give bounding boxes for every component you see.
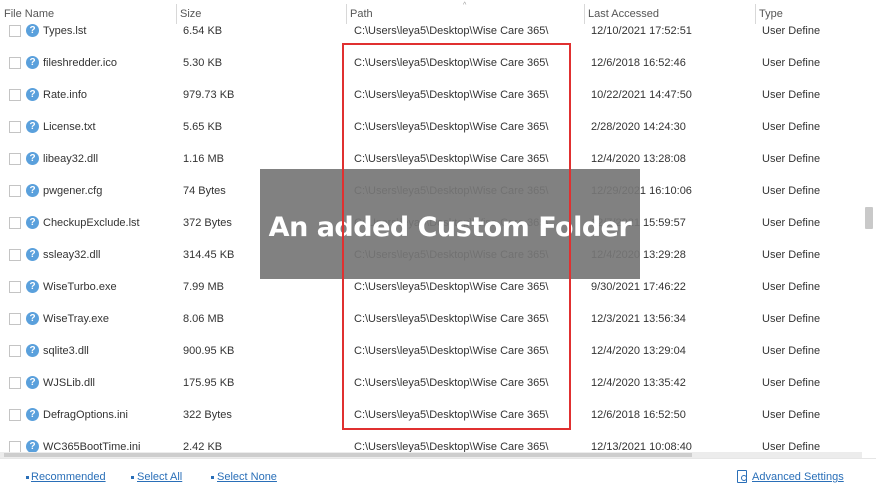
type-cell: User Define bbox=[762, 249, 821, 261]
question-mark-icon: ? bbox=[26, 120, 39, 133]
vertical-scrollbar-thumb[interactable] bbox=[865, 207, 873, 229]
file-name-cell: License.txt bbox=[43, 121, 96, 133]
size-cell: 322 Bytes bbox=[183, 409, 232, 421]
sort-ascending-icon: ^ bbox=[463, 2, 467, 9]
row-checkbox[interactable] bbox=[9, 281, 21, 293]
question-mark-icon: ? bbox=[26, 248, 39, 261]
type-cell: User Define bbox=[762, 313, 821, 325]
recommended-link[interactable]: Recommended bbox=[31, 471, 106, 483]
size-cell: 175.95 KB bbox=[183, 377, 235, 389]
type-cell: User Define bbox=[762, 345, 821, 357]
question-mark-icon: ? bbox=[26, 408, 39, 421]
file-name-cell: Rate.info bbox=[43, 89, 88, 101]
file-name-cell: pwgener.cfg bbox=[43, 185, 103, 197]
type-cell: User Define bbox=[762, 89, 821, 101]
vertical-scrollbar[interactable] bbox=[862, 0, 876, 458]
last-accessed-cell: 12/6/2018 16:52:50 bbox=[591, 409, 686, 421]
type-cell: User Define bbox=[762, 409, 821, 421]
row-checkbox[interactable] bbox=[9, 313, 21, 325]
advanced-settings-icon[interactable] bbox=[737, 470, 747, 483]
type-cell: User Define bbox=[762, 217, 821, 229]
column-header-type[interactable]: Type bbox=[755, 0, 862, 24]
row-checkbox[interactable] bbox=[9, 57, 21, 69]
question-mark-icon: ? bbox=[26, 312, 39, 325]
size-cell: 8.06 MB bbox=[183, 313, 224, 325]
last-accessed-cell: 2/28/2020 14:24:30 bbox=[591, 121, 686, 133]
question-mark-icon: ? bbox=[26, 24, 39, 37]
size-cell: 314.45 KB bbox=[183, 249, 235, 261]
row-checkbox[interactable] bbox=[9, 89, 21, 101]
file-name-cell: WiseTurbo.exe bbox=[43, 281, 117, 293]
row-checkbox[interactable] bbox=[9, 249, 21, 261]
bullet-icon bbox=[211, 476, 214, 479]
question-mark-icon: ? bbox=[26, 216, 39, 229]
select-none-link[interactable]: Select None bbox=[217, 471, 277, 483]
file-name-cell: WiseTray.exe bbox=[43, 313, 110, 325]
footer-bar: Recommended Select All Select None Advan… bbox=[0, 458, 876, 493]
row-checkbox[interactable] bbox=[9, 153, 21, 165]
file-name-cell: ssleay32.dll bbox=[43, 249, 101, 261]
file-name-cell: WJSLib.dll bbox=[43, 377, 95, 389]
type-cell: User Define bbox=[762, 377, 821, 389]
select-all-link[interactable]: Select All bbox=[137, 471, 182, 483]
last-accessed-cell: 12/6/2018 16:52:46 bbox=[591, 57, 686, 69]
question-mark-icon: ? bbox=[26, 344, 39, 357]
horizontal-scrollbar-thumb[interactable] bbox=[4, 453, 692, 457]
row-checkbox[interactable] bbox=[9, 409, 21, 421]
size-cell: 979.73 KB bbox=[183, 89, 235, 101]
type-cell: User Define bbox=[762, 185, 821, 197]
row-checkbox[interactable] bbox=[9, 217, 21, 229]
bullet-icon bbox=[131, 476, 134, 479]
last-accessed-cell: 10/22/2021 14:47:50 bbox=[591, 89, 692, 101]
advanced-settings-link[interactable]: Advanced Settings bbox=[752, 471, 844, 483]
last-accessed-cell: 12/3/2021 13:56:34 bbox=[591, 313, 686, 325]
question-mark-icon: ? bbox=[26, 376, 39, 389]
bullet-icon bbox=[26, 476, 29, 479]
file-name-cell: CheckupExclude.lst bbox=[43, 217, 140, 229]
question-mark-icon: ? bbox=[26, 280, 39, 293]
last-accessed-cell: 12/4/2020 13:29:04 bbox=[591, 345, 686, 357]
size-cell: 7.99 MB bbox=[183, 281, 224, 293]
size-cell: 74 Bytes bbox=[183, 185, 226, 197]
file-name-cell: DefragOptions.ini bbox=[43, 409, 128, 421]
question-mark-icon: ? bbox=[26, 184, 39, 197]
question-mark-icon: ? bbox=[26, 88, 39, 101]
type-cell: User Define bbox=[762, 281, 821, 293]
table-header: File Name Size Path ^ Last Accessed Type bbox=[0, 0, 876, 24]
size-cell: 1.16 MB bbox=[183, 153, 224, 165]
type-cell: User Define bbox=[762, 57, 821, 69]
path-highlight-box bbox=[342, 43, 571, 430]
row-checkbox[interactable] bbox=[9, 377, 21, 389]
size-cell: 5.65 KB bbox=[183, 121, 223, 133]
column-header-file-name[interactable]: File Name bbox=[0, 0, 176, 24]
last-accessed-cell: 12/4/2020 13:35:42 bbox=[591, 377, 686, 389]
row-checkbox[interactable] bbox=[9, 25, 21, 37]
row-checkbox[interactable] bbox=[9, 345, 21, 357]
file-name-cell: sqlite3.dll bbox=[43, 345, 89, 357]
row-checkbox[interactable] bbox=[9, 185, 21, 197]
column-header-size[interactable]: Size bbox=[176, 0, 346, 24]
size-cell: 372 Bytes bbox=[183, 217, 232, 229]
question-mark-icon: ? bbox=[26, 56, 39, 69]
file-name-cell: libeay32.dll bbox=[43, 153, 99, 165]
column-header-last-accessed[interactable]: Last Accessed bbox=[584, 0, 755, 24]
size-cell: 5.30 KB bbox=[183, 57, 223, 69]
row-checkbox[interactable] bbox=[9, 121, 21, 133]
type-cell: User Define bbox=[762, 153, 821, 165]
file-name-cell: fileshredder.ico bbox=[43, 57, 117, 69]
size-cell: 900.95 KB bbox=[183, 345, 235, 357]
type-cell: User Define bbox=[762, 121, 821, 133]
question-mark-icon: ? bbox=[26, 152, 39, 165]
